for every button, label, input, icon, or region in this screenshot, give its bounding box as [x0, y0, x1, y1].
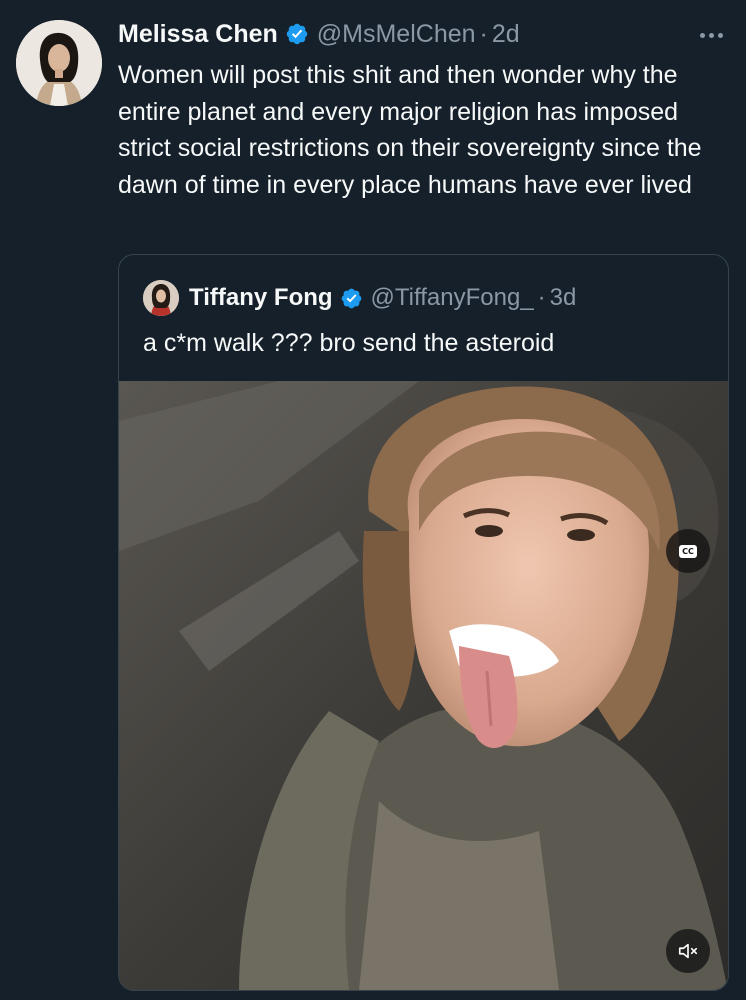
verified-badge-icon: [286, 23, 308, 45]
closed-captions-button[interactable]: CC: [666, 529, 710, 573]
quoted-header-separator: ·: [537, 284, 546, 311]
video-frame: [119, 381, 728, 990]
more-horizontal-icon[interactable]: [694, 20, 728, 50]
video-player[interactable]: CC: [119, 381, 728, 990]
tweet[interactable]: Melissa Chen @MsMelChen · 2d Women will …: [0, 0, 746, 1000]
author-handle[interactable]: @MsMelChen: [317, 20, 476, 49]
closed-captions-icon: CC: [679, 544, 697, 558]
quoted-tweet-text: a c*m walk ??? bro send the asteroid: [143, 329, 555, 357]
speaker-muted-icon: [678, 943, 698, 959]
tweet-header: Melissa Chen @MsMelChen · 2d: [118, 18, 520, 50]
author-avatar[interactable]: [16, 20, 102, 106]
tweet-timestamp[interactable]: 2d: [492, 20, 520, 49]
quoted-tweet[interactable]: Tiffany Fong @TiffanyFong_ · 3d a c*m wa…: [118, 254, 729, 991]
quoted-tweet-timestamp[interactable]: 3d: [550, 284, 577, 312]
quoted-verified-badge-icon: [341, 288, 361, 308]
quoted-tweet-header: Tiffany Fong @TiffanyFong_ · 3d: [143, 280, 577, 316]
header-separator: ·: [479, 19, 488, 48]
quoted-author-handle[interactable]: @TiffanyFong_: [371, 284, 534, 312]
quoted-author-avatar[interactable]: [143, 280, 179, 316]
tweet-text: Women will post this shit and then wonde…: [118, 61, 702, 199]
author-display-name[interactable]: Melissa Chen: [118, 20, 278, 49]
quoted-author-display-name[interactable]: Tiffany Fong: [189, 284, 333, 312]
mute-button[interactable]: [666, 929, 710, 973]
